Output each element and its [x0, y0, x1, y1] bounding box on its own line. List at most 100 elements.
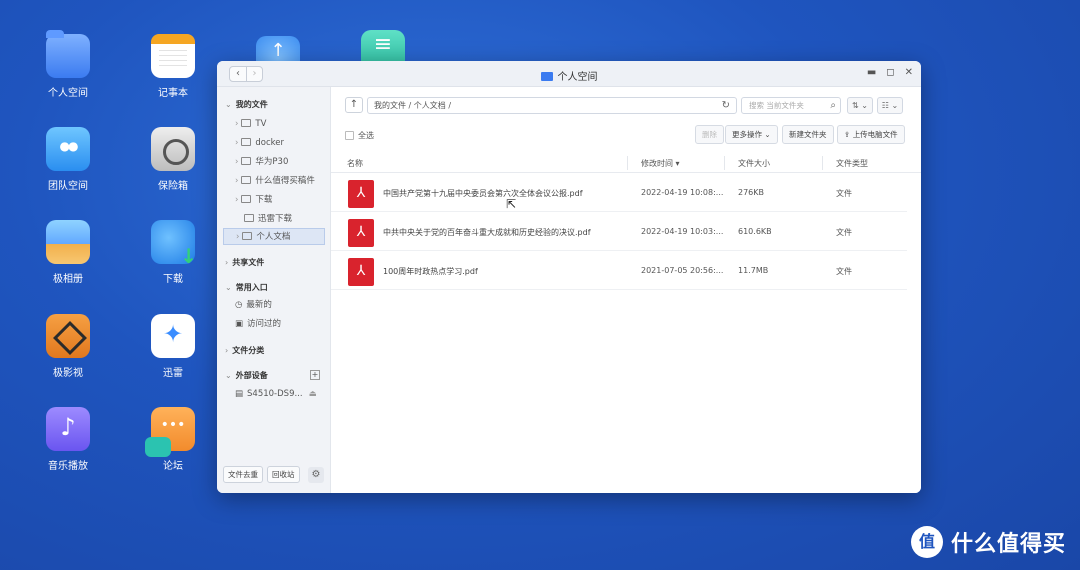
desktop-icon-notepad[interactable]: 记事本 [133, 34, 213, 99]
column-name[interactable]: 名称 [347, 158, 363, 169]
team-folder-icon [46, 127, 90, 171]
sidebar-item-tv[interactable]: › TV [235, 116, 325, 133]
search-input[interactable]: 搜索 当前文件夹 ⌕ [741, 97, 841, 114]
sidebar-item-docker[interactable]: › docker [235, 135, 325, 152]
folder-icon [241, 138, 252, 146]
refresh-icon[interactable]: ↻ [722, 98, 730, 113]
upload-button[interactable]: ⇪ 上传电脑文件 [837, 125, 905, 144]
sidebar-section-shared[interactable]: › 共享文件 [225, 257, 264, 268]
select-all-label: 全选 [358, 131, 374, 140]
folder-icon [241, 119, 252, 127]
window-title-text: 个人空间 [557, 72, 598, 83]
desktop-icon-label: 保险箱 [158, 181, 188, 192]
sidebar-section-my-files[interactable]: ⌄ 我的文件 [225, 99, 268, 110]
chevron-down-icon: ⌄ [225, 283, 232, 292]
minimize-icon[interactable]: ▬ [867, 67, 876, 78]
file-name: 100周年时政热点学习.pdf [383, 267, 478, 276]
dedupe-button[interactable]: 文件去重 [223, 466, 263, 483]
brand-logo-icon: 值 [910, 526, 943, 558]
sidebar-item-device[interactable]: ▤ S4510-DS9... ⏏ [235, 386, 325, 403]
close-icon[interactable]: ✕ [905, 67, 913, 78]
sidebar-item-downloads[interactable]: › 下载 [235, 192, 325, 209]
desktop-icon-video[interactable]: 极影视 [28, 314, 108, 379]
table-row[interactable]: 中共中央关于党的百年奋斗重大成就和历史经验的决议.pdf 2022-04-19 … [331, 213, 907, 251]
desktop-icon-xunlei[interactable]: 迅雷 [133, 314, 213, 379]
table-header: 名称 修改时间 ▾ 文件大小 文件类型 [331, 153, 921, 173]
sidebar-item-recent[interactable]: ◷ 最新的 [235, 297, 325, 314]
search-placeholder: 搜索 当前文件夹 [749, 101, 804, 110]
view-mode-button[interactable]: ☷ ⌄ [877, 97, 903, 114]
checkbox-icon [345, 131, 354, 140]
gear-icon[interactable]: ⚙ [308, 466, 324, 483]
sidebar-item-smzdm[interactable]: › 什么值得买稿件 [235, 173, 325, 190]
desktop-icon-label: 极相册 [53, 274, 83, 285]
sort-button[interactable]: ⇅ ⌄ [847, 97, 873, 114]
column-divider [822, 156, 823, 170]
column-size[interactable]: 文件大小 [738, 158, 770, 169]
upload-icon: ⇪ [844, 130, 851, 139]
desktop-icon-team-space[interactable]: 团队空间 [28, 127, 108, 192]
sidebar-section-categories[interactable]: › 文件分类 [225, 345, 264, 356]
chevron-right-icon: › [235, 119, 239, 129]
chevron-right-icon: › [235, 195, 239, 205]
download-globe-icon [151, 220, 197, 268]
column-modified[interactable]: 修改时间 ▾ [641, 158, 680, 169]
folder-icon [242, 232, 253, 240]
desktop-icon-personal-space[interactable]: 个人空间 [28, 30, 108, 99]
folder-icon [46, 30, 90, 78]
search-icon[interactable]: ⌕ [830, 98, 836, 113]
chevron-down-icon: ⌄ [225, 100, 232, 109]
file-modified: 2021-07-05 20:56:... [641, 266, 724, 275]
desktop-icon-music[interactable]: 音乐播放 [28, 407, 108, 472]
window-titlebar: ‹ › 个人空间 ▬ ◻ ✕ [217, 61, 921, 87]
sidebar-item-huawei[interactable]: › 华为P30 [235, 154, 325, 171]
more-operations-button[interactable]: 更多操作 ⌄ [725, 125, 778, 144]
file-name: 中共中央关于党的百年奋斗重大成就和历史经验的决议.pdf [383, 228, 591, 237]
sidebar-item-xunlei-downloads[interactable]: 迅雷下载 [235, 211, 325, 228]
path-bar[interactable]: 我的文件 / 个人文档 / ↻ [367, 97, 737, 114]
file-size: 610.6KB [738, 227, 772, 236]
desktop-icon-forum[interactable]: 论坛 [133, 407, 213, 472]
column-type[interactable]: 文件类型 [836, 158, 868, 169]
folder-icon [244, 214, 254, 222]
maximize-icon[interactable]: ◻ [886, 67, 894, 78]
desktop-icon-label: 迅雷 [163, 368, 183, 379]
sidebar-item-visited[interactable]: ▣ 访问过的 [235, 316, 325, 333]
desktop-icon-photos[interactable]: 极相册 [28, 220, 108, 285]
safe-icon [151, 127, 195, 171]
history-icon: ▣ [235, 319, 244, 329]
desktop-icon-label: 极影视 [53, 368, 83, 379]
recycle-bin-button[interactable]: 回收站 [267, 466, 300, 483]
parent-folder-button[interactable]: ↑ [345, 97, 363, 113]
file-modified: 2022-04-19 10:03:... [641, 227, 724, 236]
file-name: 中国共产党第十九届中央委员会第六次全体会议公报.pdf [383, 189, 583, 198]
add-device-button[interactable]: + [310, 370, 320, 380]
path-text: 我的文件 / 个人文档 / [374, 101, 452, 110]
mouse-cursor-icon: ⇱ [506, 197, 517, 211]
brand-text: 什么值得买 [950, 532, 1066, 557]
new-folder-button[interactable]: 新建文件夹 [782, 125, 834, 144]
sidebar-section-external[interactable]: ⌄ 外部设备 [225, 370, 268, 381]
chevron-right-icon: › [225, 346, 229, 355]
clock-icon: ◷ [235, 300, 243, 310]
sidebar-section-common[interactable]: ⌄ 常用入口 [225, 282, 268, 293]
eject-icon[interactable]: ⏏ [309, 389, 317, 399]
list-view-icon: ☷ ⌄ [881, 101, 899, 110]
select-all-checkbox[interactable]: 全选 [345, 130, 374, 141]
table-row[interactable]: 100周年时政热点学习.pdf 2021-07-05 20:56:... 11.… [331, 252, 907, 290]
file-modified: 2022-04-19 10:08:... [641, 188, 724, 197]
table-row[interactable]: 中国共产党第十九届中央委员会第六次全体会议公报.pdf 2022-04-19 1… [331, 174, 907, 212]
chevron-right-icon: › [236, 232, 240, 242]
sidebar-item-personal-docs[interactable]: › 个人文档 [223, 228, 325, 245]
chevron-right-icon: › [235, 176, 239, 186]
folder-icon [241, 157, 252, 165]
desktop-icon-safe[interactable]: 保险箱 [133, 127, 213, 192]
desktop-icon-label: 音乐播放 [48, 461, 88, 472]
desktop-icon-download[interactable]: 下载 [133, 220, 213, 285]
notepad-icon [151, 34, 195, 78]
pdf-file-icon [348, 180, 374, 208]
delete-button[interactable]: 删除 [695, 125, 724, 144]
xunlei-bird-icon [151, 314, 195, 358]
folder-icon [241, 195, 252, 203]
chevron-right-icon: › [235, 157, 239, 167]
